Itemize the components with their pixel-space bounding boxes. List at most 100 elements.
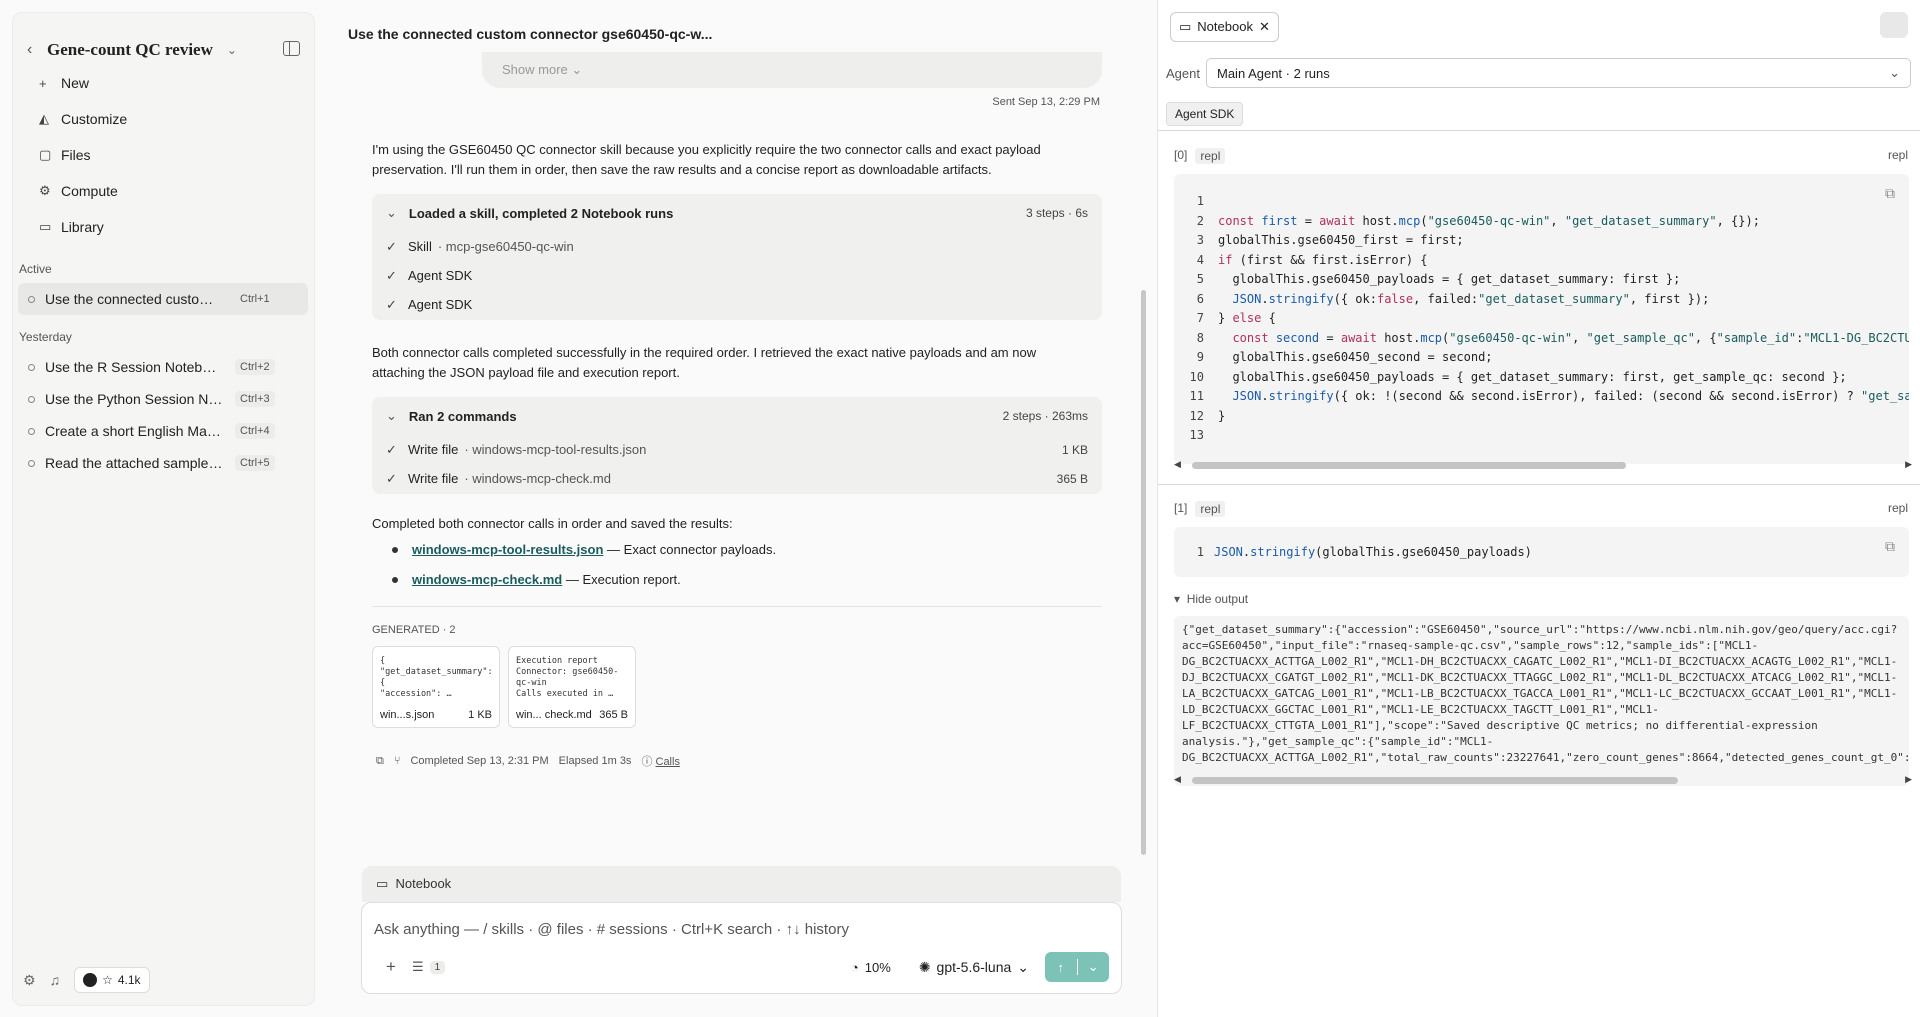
artifact-card[interactable]: Execution report Connector: gse60450- qc…: [508, 646, 636, 728]
command-row[interactable]: ✓ Write file · windows-mcp-tool-results.js…: [372, 435, 1102, 464]
steps-header[interactable]: ⌄ Loaded a skill, completed 2 Notebook ru…: [372, 194, 1102, 232]
chat-item[interactable]: Read the attached sample-sheet Ctrl+5: [18, 447, 308, 479]
divider: [1158, 484, 1920, 485]
chat-title: Use the R Session Notebook: [45, 359, 223, 375]
step-row[interactable]: ✓ Skill · mcp-gse60450-qc-win: [372, 232, 1102, 261]
scroll-left-icon[interactable]: ◀: [1174, 459, 1181, 470]
project-title[interactable]: Gene-count QC review: [47, 40, 213, 60]
line-number: 9: [1196, 350, 1204, 364]
hide-output-toggle[interactable]: ▾ Hide output: [1174, 592, 1248, 606]
chat-title: Create a short English Markdown: [45, 423, 223, 439]
line-number: 13: [1189, 428, 1204, 442]
chat-item[interactable]: Use the R Session Notebook Ctrl+2: [18, 351, 308, 383]
copy-icon[interactable]: ⧉: [1885, 539, 1895, 555]
artifact-size: 1 KB: [468, 709, 492, 721]
chevron-down-icon[interactable]: ⌄: [227, 43, 237, 57]
scroll-thumb[interactable]: [1192, 462, 1626, 469]
composer-toolbar: + ☰ 1 ◔ 10% ✺ gpt-5.6-luna ⌄ ↑ ⌄: [374, 952, 1109, 982]
sidebar-item-library[interactable]: ▭ Library: [27, 209, 300, 245]
tab-notebook[interactable]: ▭ Notebook ✕: [1170, 12, 1279, 42]
chat-title: Read the attached sample-sheet: [45, 455, 223, 471]
bell-icon[interactable]: ♫: [50, 972, 61, 988]
step-row[interactable]: ✓ Agent SDK: [372, 290, 1102, 319]
line-number: 10: [1189, 369, 1204, 384]
book-icon: ▭: [1179, 19, 1192, 34]
section-label-yesterday: Yesterday: [19, 330, 72, 344]
link-description: — Exact connector payloads.: [607, 542, 777, 557]
scroll-left-icon[interactable]: ◀: [1174, 774, 1181, 785]
command-row[interactable]: ✓ Write file · windows-mcp-check.md 365 B: [372, 464, 1102, 493]
sidebar-toggle-icon[interactable]: [283, 41, 300, 56]
code-cell[interactable]: ⧉ 1 JSON.stringify(globalThis.gse60450_p…: [1174, 527, 1909, 577]
copy-icon[interactable]: ⧉: [376, 755, 384, 768]
tools-icon[interactable]: ☰: [412, 959, 424, 975]
shortcut-badge: Ctrl+4: [235, 423, 275, 439]
commands-header[interactable]: ⌄ Ran 2 commands 2 steps · 263ms: [372, 397, 1102, 435]
sent-timestamp: Sent Sep 13, 2:29 PM: [992, 96, 1100, 108]
show-more-label: Show more: [502, 62, 568, 77]
divider: [372, 606, 1102, 607]
calls-label: Calls: [655, 756, 680, 768]
context-usage[interactable]: ◔ 10%: [851, 960, 891, 975]
sidebar-item-compute[interactable]: ⚙ Compute: [27, 173, 300, 209]
cell-kind-right: repl: [1887, 148, 1908, 162]
cell-kind: repl: [1195, 501, 1226, 517]
agent-sdk-tab[interactable]: Agent SDK: [1166, 102, 1244, 126]
gauge-icon: ◔: [850, 959, 859, 975]
chevron-down-icon[interactable]: ⌄: [1076, 959, 1110, 975]
settings-icon[interactable]: ⚙: [23, 972, 36, 989]
notebook-context-tab[interactable]: ▭ Notebook: [362, 866, 1121, 902]
horizontal-scrollbar[interactable]: ◀ ▶: [1174, 774, 1912, 785]
line-number: 12: [1189, 408, 1204, 423]
completed-timestamp: Completed Sep 13, 2:31 PM: [410, 755, 549, 767]
scroll-right-icon[interactable]: ▶: [1905, 459, 1912, 470]
scrollbar[interactable]: [1141, 290, 1146, 855]
artifact-size: 365 B: [599, 709, 628, 721]
copy-icon[interactable]: ⧉: [1885, 186, 1895, 202]
calls-link[interactable]: ⓘ Calls: [641, 753, 680, 769]
chat-item[interactable]: Use the connected custom connector gse60…: [18, 283, 308, 315]
list-item: windows-mcp-check.md — Execution report.: [392, 572, 681, 587]
chat-item[interactable]: Create a short English Markdown Ctrl+4: [18, 415, 308, 447]
close-icon[interactable]: ✕: [1259, 19, 1270, 35]
check-icon: ✓: [386, 470, 397, 486]
add-attachment-icon[interactable]: +: [374, 957, 408, 977]
agent-label: Agent: [1166, 66, 1200, 81]
sidebar-footer: ⚙ ♫ ☆ 4.1k: [23, 967, 150, 993]
github-stars-button[interactable]: ☆ 4.1k: [74, 967, 150, 993]
paint-icon: ◭: [39, 111, 49, 126]
artifact-name: win... check.md: [516, 709, 592, 721]
send-button[interactable]: ↑ ⌄: [1045, 952, 1109, 982]
sidebar-item-new[interactable]: + New: [27, 65, 300, 101]
file-link[interactable]: windows-mcp-tool-results.json: [412, 542, 603, 557]
back-icon[interactable]: ‹: [27, 41, 47, 59]
notebook-panel: ▭ Notebook ✕ Agent Main Agent · 2 runs ⌄ Ag…: [1157, 0, 1920, 1017]
line-number: 3: [1196, 233, 1204, 247]
commands-panel: ⌄ Ran 2 commands 2 steps · 263ms ✓ Write fi…: [372, 397, 1102, 494]
message-input[interactable]: Ask anything — / skills · @ files · # se…: [374, 921, 849, 938]
sidebar-item-customize[interactable]: ◭ Customize: [27, 101, 300, 137]
step-row[interactable]: ✓ Agent SDK: [372, 261, 1102, 290]
conversation-pane: Use the connected custom connector gse60…: [330, 0, 1156, 1017]
code-cell[interactable]: ⧉ 1 2 3 4 5 6 7 8 9 10 11 12 13 const first = await …: [1174, 174, 1909, 464]
command-detail: · windows-mcp-check.md: [464, 471, 611, 486]
file-link[interactable]: windows-mcp-check.md: [412, 572, 562, 587]
model-selector[interactable]: ✺ gpt-5.6-luna ⌄: [919, 959, 1029, 976]
sidebar-item-files[interactable]: ▢ Files: [27, 137, 300, 173]
chat-title: Use the Python Session Notebook: [45, 391, 223, 407]
artifact-card[interactable]: { "get_dataset_summary": { "accession": …: [372, 646, 500, 728]
artifact-preview: Execution report Connector: gse60450- qc…: [516, 656, 619, 699]
panel-toggle-icon[interactable]: [1880, 12, 1908, 38]
code-line: JSON.stringify({ ok:false, failed:"get_d…: [1232, 292, 1710, 306]
horizontal-scrollbar[interactable]: ◀ ▶: [1174, 459, 1912, 470]
chat-item[interactable]: Use the Python Session Notebook Ctrl+3: [18, 383, 308, 415]
scroll-thumb[interactable]: [1192, 777, 1678, 784]
show-more-button[interactable]: Show more ⌄: [482, 52, 1102, 88]
line-number: 1: [1196, 194, 1204, 208]
agent-select[interactable]: Main Agent · 2 runs ⌄: [1206, 58, 1911, 88]
hide-output-label: Hide output: [1186, 592, 1249, 606]
chevron-down-icon: ⌄: [386, 408, 397, 423]
scroll-right-icon[interactable]: ▶: [1905, 774, 1912, 785]
cell-header: [1] repl: [1174, 501, 1226, 517]
branch-icon[interactable]: ⑂: [394, 755, 401, 767]
